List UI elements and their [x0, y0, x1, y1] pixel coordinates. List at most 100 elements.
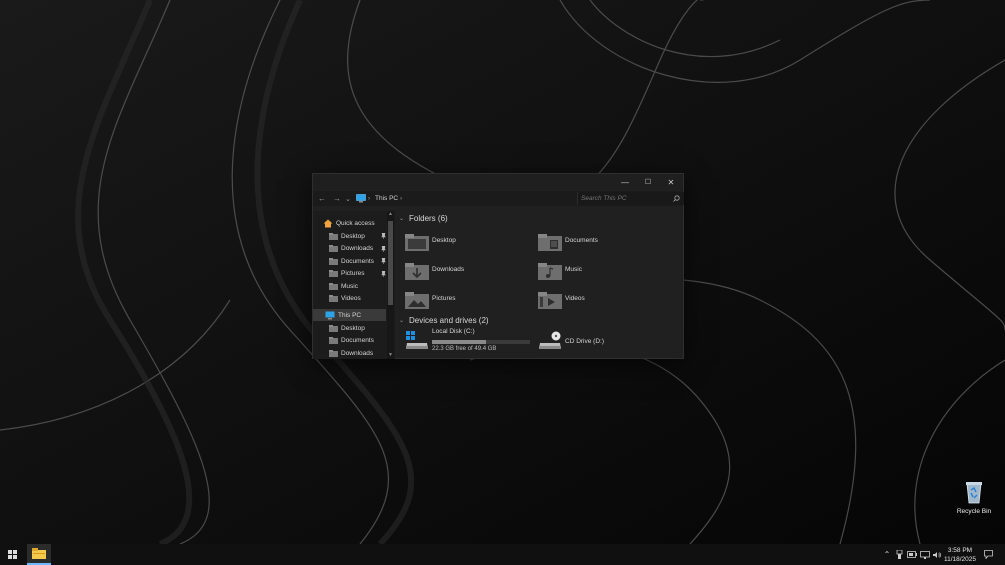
folder-icon — [329, 245, 338, 252]
folder-tile-documents[interactable]: Documents — [538, 230, 658, 254]
nav-item-label: Desktop — [341, 232, 365, 240]
downloads-folder-icon — [405, 263, 429, 280]
this-pc-icon — [325, 311, 335, 319]
nav-quick-access[interactable]: Quick access — [323, 217, 395, 229]
folder-label: Downloads — [432, 266, 465, 273]
search-icon[interactable] — [673, 195, 680, 202]
notification-center-button[interactable] — [982, 544, 994, 565]
scroll-down-icon[interactable]: ▼ — [387, 352, 394, 359]
nav-scrollbar[interactable]: ▲ ▼ — [387, 211, 394, 359]
recycle-bin-icon — [966, 482, 982, 504]
folders-group-label: Folders (6) — [409, 214, 448, 223]
pin-icon — [381, 258, 386, 264]
back-button[interactable]: ← — [316, 191, 328, 206]
nav-quick-desktop[interactable]: Desktop — [329, 230, 386, 242]
nav-pc-downloads[interactable]: Downloads — [329, 347, 386, 359]
nav-item-label: Music — [341, 282, 358, 290]
drive-tile-d[interactable]: CD Drive (D:) — [538, 329, 658, 353]
nav-quick-pictures[interactable]: Pictures — [329, 268, 386, 280]
forward-button[interactable]: → — [331, 191, 343, 206]
drives-group-label: Devices and drives (2) — [409, 316, 489, 325]
drives-group-header[interactable]: ⌄ Devices and drives (2) — [399, 316, 489, 325]
folder-icon — [329, 349, 338, 357]
folder-label: Videos — [565, 295, 585, 302]
scroll-up-icon[interactable]: ▲ — [387, 211, 394, 218]
nav-this-pc-label: This PC — [338, 311, 362, 319]
local-disk-icon — [406, 331, 428, 349]
folder-tile-desktop[interactable]: Desktop — [405, 230, 525, 254]
address-bar: ← → ⌄ › This PC › — [313, 191, 684, 206]
recent-locations-button[interactable]: ⌄ — [344, 191, 352, 206]
nav-quick-music[interactable]: Music — [329, 280, 386, 292]
start-button[interactable] — [3, 544, 21, 565]
scrollbar-thumb[interactable] — [388, 221, 393, 305]
cd-drive-icon — [539, 331, 561, 349]
videos-folder-icon — [538, 292, 562, 309]
folder-icon — [329, 324, 338, 332]
nav-item-label: Downloads — [341, 349, 374, 357]
pictures-folder-icon — [405, 292, 429, 309]
folder-icon — [329, 270, 338, 277]
content-pane[interactable]: ⌄ Folders (6) Desktop Documents Download… — [397, 211, 683, 359]
folder-icon — [329, 232, 338, 240]
documents-folder-icon — [538, 234, 562, 251]
minimize-button[interactable]: — — [613, 174, 637, 190]
search-input[interactable] — [581, 192, 669, 205]
folder-label: Pictures — [432, 295, 456, 302]
folder-label: Music — [565, 266, 582, 273]
recycle-bin-label: Recycle Bin — [956, 508, 992, 515]
music-folder-icon — [538, 263, 562, 280]
title-bar[interactable]: — ☐ ✕ — [313, 174, 683, 190]
folder-tile-downloads[interactable]: Downloads — [405, 259, 525, 283]
taskbar-clock[interactable]: 3:58 PM 11/18/2025 — [940, 546, 980, 564]
folder-label: Documents — [565, 237, 598, 244]
file-explorer-window[interactable]: — ☐ ✕ ← → ⌄ › This PC › Quick access — [312, 173, 684, 359]
nav-quick-access-label: Quick access — [336, 219, 375, 227]
nav-quick-downloads[interactable]: Downloads — [329, 243, 386, 255]
chevron-down-icon[interactable]: ⌄ — [399, 215, 407, 222]
nav-item-label: Pictures — [341, 270, 365, 277]
nav-quick-documents[interactable]: Documents — [329, 255, 386, 267]
folder-tile-videos[interactable]: Videos — [538, 288, 658, 312]
nav-pc-desktop[interactable]: Desktop — [329, 322, 386, 334]
folder-tile-pictures[interactable]: Pictures — [405, 288, 525, 312]
drive-tile-c[interactable]: Local Disk (C:) 22.3 GB free of 49.4 GB — [405, 328, 535, 357]
nav-pc-documents[interactable]: Documents — [329, 335, 386, 347]
folders-group-header[interactable]: ⌄ Folders (6) — [399, 214, 448, 223]
file-explorer-icon — [32, 548, 46, 559]
nav-quick-videos[interactable]: Videos — [329, 293, 386, 305]
clock-date: 11/18/2025 — [943, 556, 977, 563]
battery-tray[interactable] — [906, 544, 918, 565]
network-tray[interactable] — [919, 544, 931, 565]
recycle-bin-desktop-icon[interactable]: Recycle Bin — [953, 478, 995, 515]
folder-label: Desktop — [432, 237, 456, 244]
navigation-pane[interactable]: Quick access Desktop Downloads Documents… — [313, 211, 395, 359]
show-hidden-icons-button[interactable]: ⌃ — [882, 544, 892, 565]
start-icon — [7, 550, 17, 559]
usb-tray[interactable] — [894, 544, 904, 565]
drive-label: Local Disk (C:) — [432, 328, 475, 335]
search-box[interactable] — [577, 192, 684, 205]
folder-icon — [329, 282, 338, 290]
network-icon — [920, 550, 930, 559]
maximize-button[interactable]: ☐ — [636, 174, 660, 190]
battery-icon — [907, 551, 917, 558]
drive-label: CD Drive (D:) — [565, 338, 604, 345]
usb-icon — [896, 550, 902, 559]
drive-usage-bar — [432, 340, 530, 344]
folder-tile-music[interactable]: Music — [538, 259, 658, 283]
breadcrumb-expand-chevron[interactable]: › — [400, 191, 402, 206]
folder-icon — [329, 337, 338, 344]
taskbar: ⌃ 3:58 PM 11/18/2025 — [0, 544, 1005, 565]
home-star-icon — [323, 219, 333, 227]
pin-icon — [381, 245, 386, 252]
breadcrumb-this-pc[interactable]: This PC — [375, 191, 398, 206]
nav-item-label: Desktop — [341, 324, 365, 332]
desktop-folder-icon — [405, 234, 429, 251]
nav-this-pc[interactable]: This PC — [313, 309, 386, 321]
clock-time: 3:58 PM — [947, 547, 973, 554]
drive-free-space: 22.3 GB free of 49.4 GB — [432, 346, 497, 352]
chevron-down-icon[interactable]: ⌄ — [399, 317, 407, 324]
taskbar-file-explorer[interactable] — [27, 544, 51, 565]
close-button[interactable]: ✕ — [659, 174, 683, 190]
